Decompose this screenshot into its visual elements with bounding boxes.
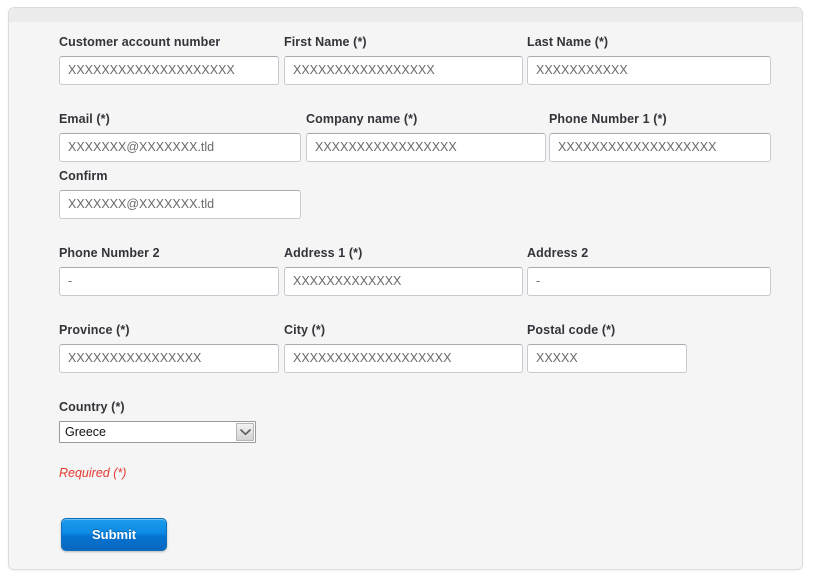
field-address-1: Address 1 (*) [284, 246, 523, 296]
field-last-name: Last Name (*) [527, 35, 771, 85]
input-company-name[interactable] [306, 133, 546, 162]
field-phone-number-2: Phone Number 2 [59, 246, 279, 296]
field-first-name: First Name (*) [284, 35, 523, 85]
input-province[interactable] [59, 344, 279, 373]
label-address-1: Address 1 (*) [284, 246, 363, 260]
form-panel: Customer account number First Name (*) L… [8, 7, 803, 570]
label-city: City (*) [284, 323, 326, 337]
field-city: City (*) [284, 323, 523, 373]
input-phone-number-2[interactable] [59, 267, 279, 296]
label-address-2: Address 2 [527, 246, 589, 260]
customer-registration-form: Customer account number First Name (*) L… [9, 22, 802, 569]
select-country-value: Greece [65, 425, 106, 439]
chevron-down-icon[interactable] [236, 423, 254, 441]
field-confirm-email: Confirm [59, 169, 301, 219]
select-country[interactable]: Greece [59, 421, 256, 443]
label-customer-account-number: Customer account number [59, 35, 221, 49]
label-postal-code: Postal code (*) [527, 323, 616, 337]
input-customer-account-number[interactable] [59, 56, 279, 85]
label-confirm-email: Confirm [59, 169, 108, 183]
field-email: Email (*) [59, 112, 301, 162]
label-phone-number-1: Phone Number 1 (*) [549, 112, 667, 126]
field-postal-code: Postal code (*) [527, 323, 687, 373]
field-address-2: Address 2 [527, 246, 771, 296]
field-company-name: Company name (*) [306, 112, 546, 162]
label-phone-number-2: Phone Number 2 [59, 246, 160, 260]
input-city[interactable] [284, 344, 523, 373]
input-address-2[interactable] [527, 267, 771, 296]
label-last-name: Last Name (*) [527, 35, 609, 49]
input-postal-code[interactable] [527, 344, 687, 373]
required-note: Required (*) [59, 466, 127, 480]
field-customer-account-number: Customer account number [59, 35, 279, 85]
input-email[interactable] [59, 133, 301, 162]
input-confirm-email[interactable] [59, 190, 301, 219]
input-phone-number-1[interactable] [549, 133, 771, 162]
label-first-name: First Name (*) [284, 35, 367, 49]
input-last-name[interactable] [527, 56, 771, 85]
field-country: Country (*) Greece [59, 400, 258, 443]
label-company-name: Company name (*) [306, 112, 418, 126]
page-root: Customer account number First Name (*) L… [0, 0, 813, 581]
label-country: Country (*) [59, 400, 125, 414]
submit-button[interactable]: Submit [61, 518, 167, 551]
panel-top-strip [9, 8, 802, 23]
field-province: Province (*) [59, 323, 279, 373]
label-email: Email (*) [59, 112, 110, 126]
input-address-1[interactable] [284, 267, 523, 296]
input-first-name[interactable] [284, 56, 523, 85]
label-province: Province (*) [59, 323, 130, 337]
field-phone-number-1: Phone Number 1 (*) [549, 112, 771, 162]
